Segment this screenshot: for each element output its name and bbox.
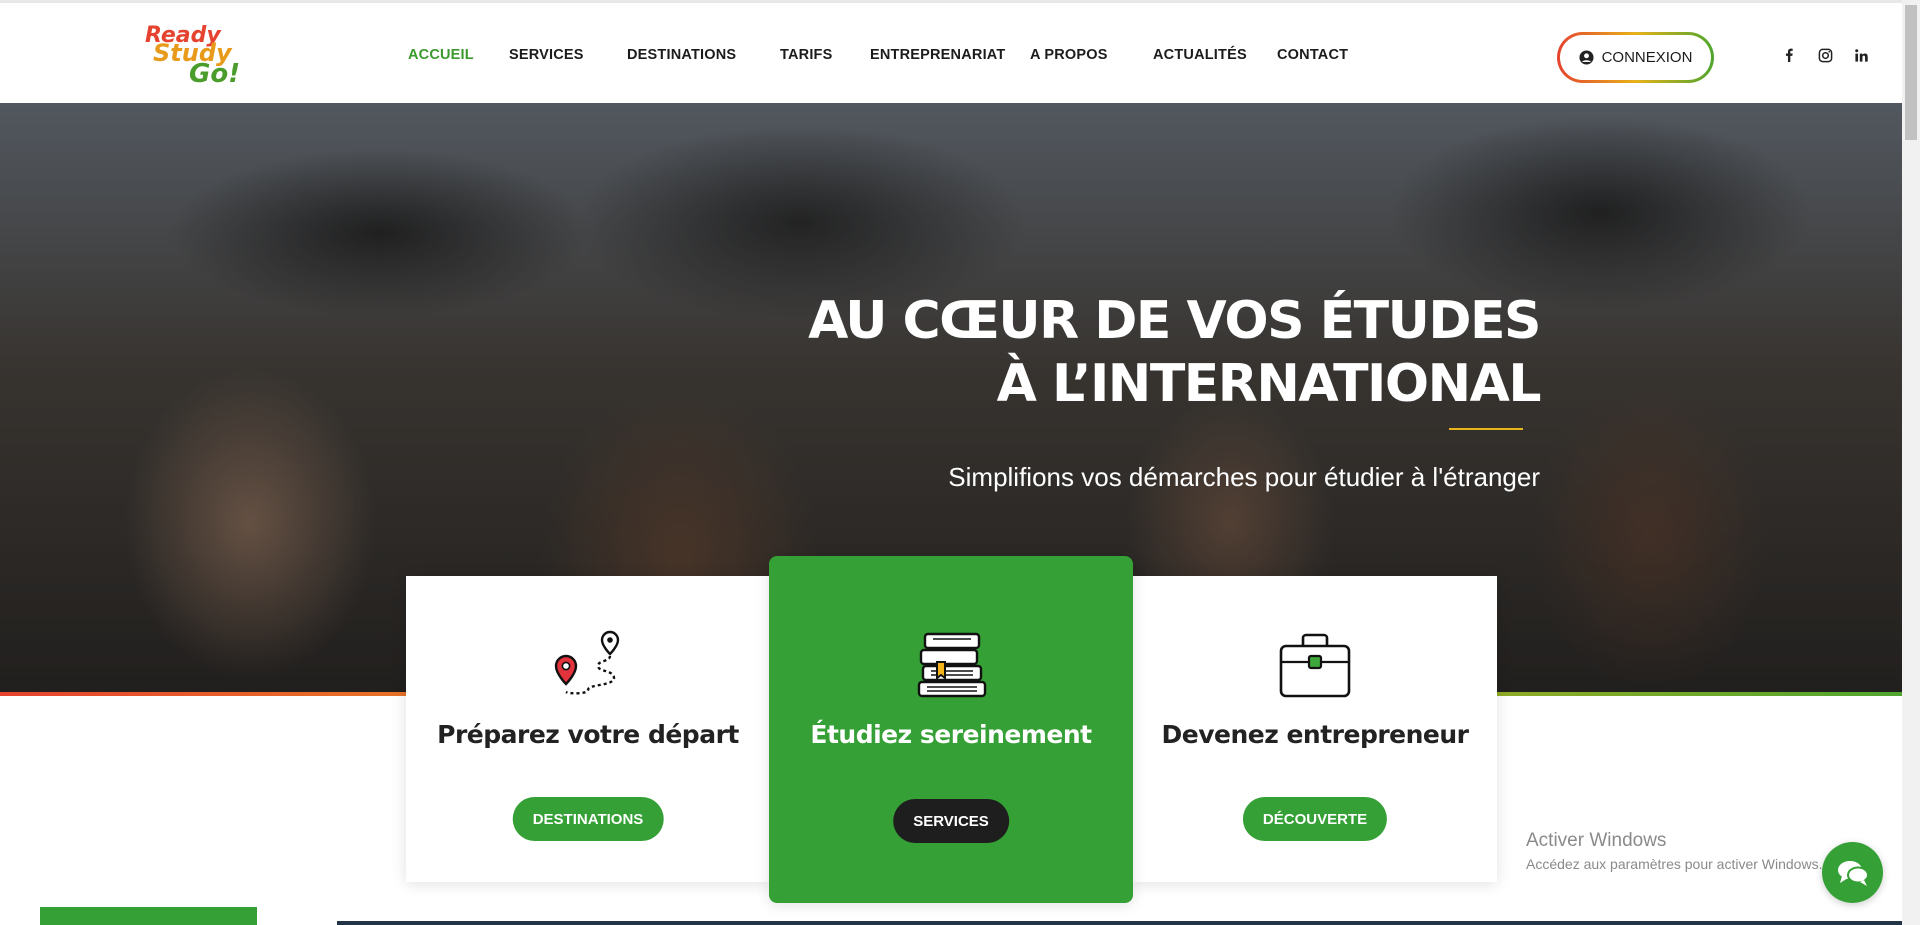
user-circle-icon <box>1579 50 1594 65</box>
instagram-icon[interactable] <box>1816 46 1834 64</box>
section-dark-line <box>337 921 1902 925</box>
chat-bubbles-icon <box>1837 860 1869 886</box>
hero-title: AU CŒUR DE VOS ÉTUDES À L’INTERNATIONAL <box>740 290 1542 416</box>
nav-item-entreprenariat[interactable]: ENTREPRENARIAT <box>870 47 1005 63</box>
windows-activation-watermark: Activer Windows Accédez aux paramètres p… <box>1526 830 1822 872</box>
page-scrollbar[interactable] <box>1902 0 1920 925</box>
card-entrepreneur: Devenez entrepreneur DÉCOUVERTE <box>1133 576 1497 882</box>
card-entrepreneur-title: Devenez entrepreneur <box>1161 720 1469 749</box>
destinations-button[interactable]: DESTINATIONS <box>512 797 664 841</box>
services-button[interactable]: SERVICES <box>893 799 1009 843</box>
briefcase-icon <box>1279 633 1351 698</box>
hero-title-line-1: AU CŒUR DE VOS ÉTUDES <box>808 291 1541 351</box>
hero-title-line-2: À L’INTERNATIONAL <box>996 354 1542 414</box>
hero-divider <box>1449 428 1523 430</box>
map-route-icon <box>554 630 620 695</box>
chat-button[interactable] <box>1822 842 1883 903</box>
site-header: Ready Study Go! ACCUEIL SERVICES DESTINA… <box>0 0 1902 103</box>
facebook-icon[interactable] <box>1780 46 1798 64</box>
card-etudes-title: Étudiez sereinement <box>810 720 1092 749</box>
watermark-title: Activer Windows <box>1526 830 1667 851</box>
card-depart: Préparez votre départ DESTINATIONS <box>406 576 770 882</box>
decouverte-button[interactable]: DÉCOUVERTE <box>1242 797 1388 841</box>
social-links <box>1780 46 1870 64</box>
nav-item-services[interactable]: SERVICES <box>509 47 584 63</box>
watermark-subtitle: Accédez aux paramètres pour activer Wind… <box>1526 856 1823 872</box>
hero-subtitle: Simplifions vos démarches pour étudier à… <box>948 462 1540 492</box>
linkedin-icon[interactable] <box>1852 46 1870 64</box>
login-label: CONNEXION <box>1601 49 1693 66</box>
books-icon <box>917 632 987 698</box>
card-etudes: Étudiez sereinement SERVICES <box>769 556 1133 903</box>
nav-item-accueil[interactable]: ACCUEIL <box>408 47 474 63</box>
nav-item-tarifs[interactable]: TARIFS <box>780 47 832 63</box>
nav-item-contact[interactable]: CONTACT <box>1277 47 1348 63</box>
nav-item-destinations[interactable]: DESTINATIONS <box>627 47 736 63</box>
nav-item-actualites[interactable]: ACTUALITÉS <box>1153 47 1247 63</box>
nav-item-a-propos[interactable]: A PROPOS <box>1030 47 1108 63</box>
section-tab-strip <box>40 907 257 925</box>
site-logo[interactable]: Ready Study Go! <box>145 23 245 91</box>
login-button[interactable]: CONNEXION <box>1557 32 1714 83</box>
card-depart-title: Préparez votre départ <box>437 720 739 749</box>
logo-text-go: Go! <box>189 59 241 89</box>
scrollbar-thumb[interactable] <box>1905 5 1917 140</box>
